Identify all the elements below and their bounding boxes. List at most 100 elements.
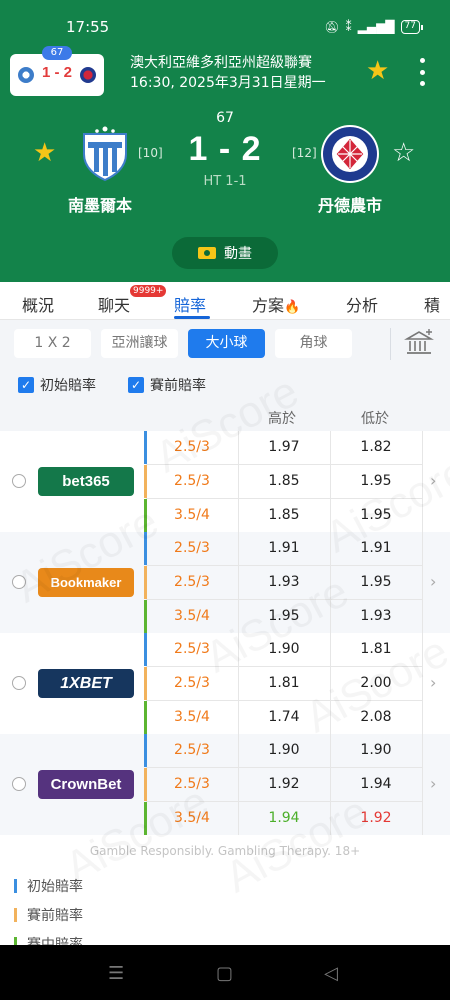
row-divider <box>146 801 422 802</box>
tab-tips[interactable]: 方案🔥 <box>252 292 300 316</box>
select-radio[interactable] <box>12 777 26 791</box>
column-divider <box>422 633 423 734</box>
battery-icon: 77 <box>400 20 424 34</box>
odds-filter-checks: ✓ 初始賠率 ✓ 賽前賠率 <box>0 366 450 402</box>
market-1x2[interactable]: 1 X 2 <box>14 329 91 358</box>
company-block-bookmaker[interactable]: Bookmaker 2.5/3 1.91 1.91 2.5/3 1.93 1.9… <box>0 532 450 633</box>
chat-badge: 9999+ <box>130 285 167 297</box>
recent-apps-icon[interactable]: ☰ <box>108 963 124 984</box>
legend-color <box>14 879 17 893</box>
column-divider <box>422 734 423 835</box>
handicap-line: 2.5/3 <box>174 473 210 489</box>
legend-label: 初始賠率 <box>27 879 83 895</box>
status-bar: 17:55 🔕︎ ⁑ ▂▄▆█ 77 <box>0 0 450 52</box>
gambling-disclaimer: Gamble Responsibly. Gambling Therapy. 18… <box>89 844 361 858</box>
initial-odds-checkbox[interactable]: ✓ 初始賠率 <box>18 375 96 395</box>
select-radio[interactable] <box>12 575 26 589</box>
half-time-score: HT 1-1 <box>203 174 247 189</box>
more-menu-icon[interactable] <box>414 58 430 86</box>
under-odds: 1.95 <box>360 473 392 489</box>
select-radio[interactable] <box>12 474 26 488</box>
under-odds: 1.82 <box>360 439 392 455</box>
away-team-logo[interactable] <box>320 124 380 184</box>
over-odds: 1.90 <box>268 641 300 657</box>
handicap-line: 3.5/4 <box>174 810 210 826</box>
under-odds: 1.91 <box>360 540 392 556</box>
legend-label: 賽前賠率 <box>27 908 83 924</box>
company-block-bet365[interactable]: bet365 2.5/3 1.97 1.82 2.5/3 1.85 1.95 3… <box>0 431 450 532</box>
bank-icon[interactable] <box>404 328 434 358</box>
handicap-line: 3.5/4 <box>174 709 210 725</box>
market-over-under[interactable]: 大小球 <box>188 329 265 358</box>
main-score: 1 - 2 <box>188 130 262 168</box>
league-name[interactable]: 澳大利亞維多利亞州超級聯賽 <box>130 52 312 72</box>
handicap-line: 2.5/3 <box>174 574 210 590</box>
handicap-line: 3.5/4 <box>174 507 210 523</box>
bookmaker-logo: Bookmaker <box>38 568 134 597</box>
over-odds: 1.85 <box>268 473 300 489</box>
under-odds: 1.90 <box>360 742 392 758</box>
tab-chat[interactable]: 聊天 <box>98 292 130 316</box>
mini-minute-badge: 67 <box>42 46 72 60</box>
away-rank: [12] <box>292 146 317 160</box>
chevron-right-icon[interactable]: › <box>430 673 436 692</box>
initial-odds-label: 初始賠率 <box>40 378 96 394</box>
under-odds: 1.92 <box>360 810 392 826</box>
tab-bar: 概況 聊天 賠率 方案🔥 分析 積分 <box>0 282 450 339</box>
match-minute: 67 <box>216 110 234 126</box>
column-divider <box>422 532 423 633</box>
away-team-name[interactable]: 丹德農市 <box>300 192 400 216</box>
legend-prematch-odds: 賽前賠率 <box>14 905 83 925</box>
under-odds: 1.81 <box>360 641 392 657</box>
handicap-line: 3.5/4 <box>174 608 210 624</box>
over-odds: 1.74 <box>268 709 300 725</box>
company-block-crownbet[interactable]: CrownBet 2.5/3 1.90 1.90 2.5/3 1.92 1.94… <box>0 734 450 835</box>
company-block-1xbet[interactable]: 1XBET 2.5/3 1.90 1.81 2.5/3 1.81 2.00 3.… <box>0 633 450 734</box>
over-odds: 1.94 <box>268 810 300 826</box>
under-odds: 1.95 <box>360 574 392 590</box>
under-odds: 1.93 <box>360 608 392 624</box>
chevron-right-icon[interactable]: › <box>430 471 436 490</box>
over-odds: 1.90 <box>268 742 300 758</box>
under-odds: 1.95 <box>360 507 392 523</box>
under-column-header: 低於 <box>361 411 389 427</box>
row-divider <box>146 464 422 465</box>
prematch-odds-checkbox[interactable]: ✓ 賽前賠率 <box>128 375 206 395</box>
over-column-header: 高於 <box>268 411 296 427</box>
under-odds: 2.08 <box>360 709 392 725</box>
chevron-right-icon[interactable]: › <box>430 774 436 793</box>
over-odds: 1.93 <box>268 574 300 590</box>
handicap-line: 2.5/3 <box>174 641 210 657</box>
row-divider <box>146 599 422 600</box>
market-asian-handicap[interactable]: 亞洲讓球 <box>101 329 178 358</box>
row-divider <box>146 767 422 768</box>
fire-icon: 🔥 <box>284 300 301 315</box>
home-icon[interactable]: ▢ <box>216 963 233 984</box>
tab-overview[interactable]: 概況 <box>22 292 54 316</box>
select-radio[interactable] <box>12 676 26 690</box>
check-icon: ✓ <box>128 377 144 393</box>
tab-analysis[interactable]: 分析 <box>346 292 378 316</box>
over-odds: 1.92 <box>268 776 300 792</box>
favorite-star-icon[interactable]: ★ <box>366 58 389 84</box>
status-time: 17:55 <box>66 18 110 36</box>
odds-column-header: 高於 低於 <box>0 402 450 432</box>
legend-color <box>14 908 17 922</box>
tab-odds[interactable]: 賠率 <box>174 292 206 316</box>
mini-score-card[interactable]: 1 - 2 <box>10 54 104 96</box>
home-team-name[interactable]: 南墨爾本 <box>50 192 150 216</box>
match-date: 16:30, 2025年3月31日星期一 <box>130 75 326 91</box>
away-follow-star-icon[interactable]: ☆ <box>392 138 415 168</box>
animation-button[interactable]: 動畫 <box>172 237 278 269</box>
handicap-line: 2.5/3 <box>174 776 210 792</box>
back-icon[interactable]: ◁ <box>324 963 338 984</box>
row-divider <box>146 700 422 701</box>
bet365-logo: bet365 <box>38 467 134 496</box>
system-nav-bar: ☰ ▢ ◁ <box>0 945 450 1000</box>
animation-icon <box>198 247 216 259</box>
chevron-right-icon[interactable]: › <box>430 572 436 591</box>
animation-label: 動畫 <box>224 246 252 262</box>
market-corners[interactable]: 角球 <box>275 329 352 358</box>
signal-icon: ▂▄▆█ <box>357 20 395 34</box>
legend-initial-odds: 初始賠率 <box>14 876 83 896</box>
